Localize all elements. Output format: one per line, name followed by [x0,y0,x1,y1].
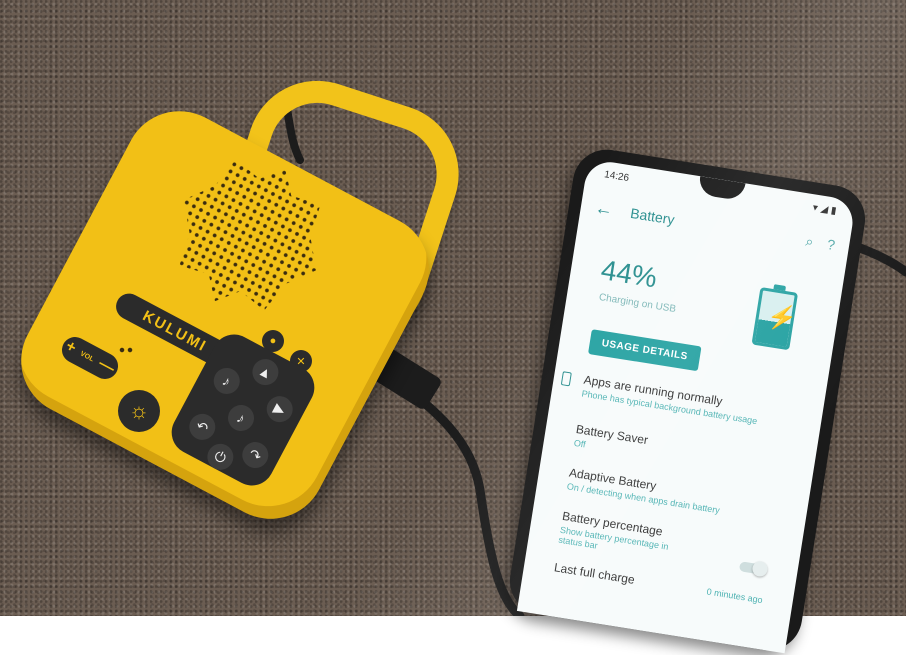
next-icon: ▶ [271,399,289,419]
previous-button[interactable]: ♪ [209,363,245,399]
charging-status: Charging on USB [598,291,677,315]
power-icon: ⏻ [211,446,230,467]
volume-up-button[interactable]: + [62,338,79,358]
volume-label: VOL [79,349,96,363]
help-icon[interactable]: ? [826,236,836,253]
microphone-holes [118,346,134,354]
battery-percentage: 44% [598,254,660,294]
settings-item-apps-status[interactable]: Apps are running normally Phone has typi… [560,371,809,434]
forward-button[interactable]: ↷ [237,437,273,473]
wifi-icon: ▾ [811,202,819,214]
status-icons: ▾ ◢ ▮ [811,202,837,220]
play-icon: ▲ [255,361,276,383]
home-button[interactable]: ☼ [118,390,160,432]
back-button[interactable]: ↶ [184,409,220,445]
phone-screen: 14:26 ▾ ◢ ▮ ← Battery ⌕ ? 44% Charging o… [516,158,857,654]
play-button[interactable]: ▲ [247,354,284,390]
usage-details-button[interactable]: USAGE DETAILS [587,329,702,372]
battery-percentage-toggle[interactable] [738,561,767,576]
repeat-icon: ♪ [234,409,248,427]
next-button[interactable]: ▶ [262,391,298,427]
signal-icon: ◢ [819,203,829,216]
repeat-button[interactable]: ♪ [223,400,259,436]
battery-level-graphic: ⚡ [751,287,799,351]
page-title: Battery [629,204,676,228]
volume-down-button[interactable]: — [95,355,118,378]
battery-status-icon: ▮ [830,205,838,217]
record-icon: ● [269,335,277,347]
lightning-bolt-icon: ⚡ [765,302,799,334]
forward-icon: ↷ [246,444,265,465]
back-icon: ↶ [193,416,212,437]
battery-small-icon [560,371,572,387]
status-time: 14:26 [603,169,630,185]
previous-icon: ♪ [219,372,234,390]
home-icon: ☼ [128,398,150,423]
search-icon[interactable]: ⌕ [804,232,815,250]
back-arrow-icon[interactable]: ← [593,197,626,222]
